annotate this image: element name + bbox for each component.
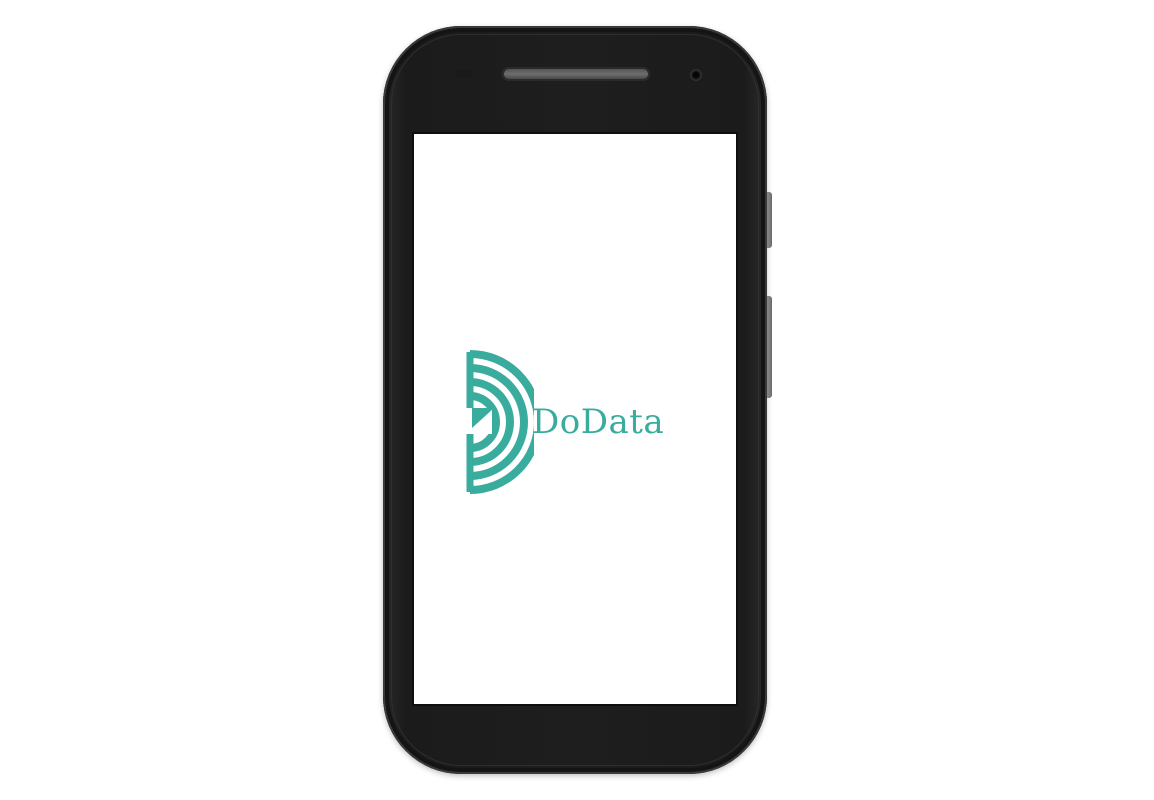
front-camera-icon <box>690 69 702 81</box>
splash-logo: DoData <box>464 348 684 496</box>
proximity-sensor <box>455 70 473 78</box>
screenshot-canvas: DoData <box>0 0 1154 800</box>
app-name: DoData <box>532 402 665 442</box>
dodata-logo-icon <box>464 350 534 494</box>
earpiece-speaker <box>502 67 650 81</box>
